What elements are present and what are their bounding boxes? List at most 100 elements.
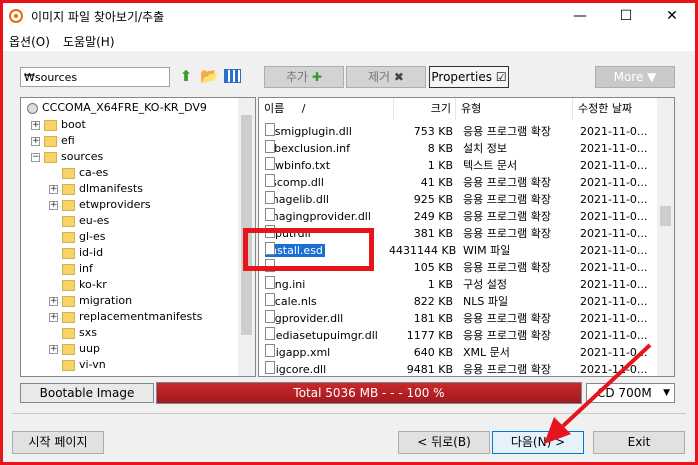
tree-scroll-thumb[interactable] (241, 115, 252, 335)
tree-item[interactable]: gl-es (49, 229, 106, 245)
tree-item[interactable]: + efi (31, 133, 75, 149)
file-date-cell: 2021-11-0... (580, 159, 648, 172)
disc-type-select[interactable]: CD 700M ▼ (586, 383, 675, 403)
tree-expander-icon[interactable]: + (49, 344, 58, 354)
tree-item-label: etwproviders (79, 198, 151, 211)
file-date-cell: 2021-11-0... (580, 210, 648, 223)
menu-bar: 옵션(O) 도움말(H) (3, 29, 695, 51)
folder-icon (44, 135, 57, 147)
separator (12, 413, 686, 414)
tree-item[interactable]: id-id (49, 245, 103, 261)
tree-expander-icon[interactable]: + (49, 200, 58, 210)
tree-item-label: id-id (79, 246, 104, 259)
start-page-button[interactable]: 시작 페이지 (12, 431, 104, 454)
file-date-cell: 2021-11-0... (580, 125, 648, 138)
file-date-cell: 2021-11-0... (580, 227, 648, 240)
properties-label: Properties (431, 70, 493, 84)
disc-usage-text: Total 5036 MB - - - 100 % (293, 386, 445, 400)
tree-expander-icon[interactable]: + (49, 184, 58, 194)
file-row[interactable]: iasmigplugin.dll 753 KB 응용 프로그램 확장 2021-11-… (259, 123, 659, 140)
tree-item[interactable]: sxs (49, 325, 97, 341)
tree-expander-icon[interactable]: + (31, 136, 40, 146)
tree-item[interactable]: ca-es (49, 165, 108, 181)
tree-item[interactable]: + boot (31, 117, 86, 133)
tree-item[interactable]: + replacementmanifests (49, 309, 202, 325)
tree-item[interactable]: − sources (31, 149, 103, 165)
next-button[interactable]: 다음(N) > (492, 431, 584, 454)
tree-expander-icon[interactable]: − (31, 152, 40, 162)
file-name-cell: mediasetupuimgr.dll (265, 327, 378, 344)
tree-item[interactable]: + etwproviders (49, 197, 151, 213)
file-row[interactable]: lang.ini 1 KB 구성 설정 2021-11-0... (259, 276, 659, 293)
folder-icon (44, 119, 57, 131)
open-folder-icon[interactable]: 📂 (200, 67, 219, 85)
back-button[interactable]: < 뒤로(B) (398, 431, 490, 454)
file-type-cell: 응용 프로그램 확장 (463, 329, 551, 342)
column-header-name[interactable]: 이름 / (259, 98, 394, 120)
tree-item[interactable]: vi-vn (49, 357, 106, 373)
tree-item-label: ca-es (79, 166, 109, 179)
tree-item[interactable]: + dlmanifests (49, 181, 143, 197)
tree-item[interactable]: + migration (49, 293, 132, 309)
maximize-button[interactable]: ☐ (603, 3, 649, 29)
file-type-cell: 응용 프로그램 확장 (463, 312, 551, 325)
exit-button[interactable]: Exit (593, 431, 685, 454)
file-icon (265, 276, 275, 289)
file-size-cell: 249 KB (413, 210, 453, 223)
file-icon (265, 344, 275, 357)
bootable-image-label[interactable]: Bootable Image (20, 383, 154, 403)
close-button[interactable]: ✕ (649, 3, 695, 29)
file-row[interactable]: imagelib.dll 925 KB 응용 프로그램 확장 2021-11-0... (259, 191, 659, 208)
tree-root[interactable]: CCCOMA_X64FRE_KO-KR_DV9 (27, 100, 207, 116)
path-input[interactable] (20, 67, 170, 87)
tree-item-label: efi (61, 134, 75, 147)
column-header-size[interactable]: 크기 (394, 98, 456, 120)
tree-item[interactable]: eu-es (49, 213, 109, 229)
file-size-cell: 1 KB (427, 159, 453, 172)
file-row[interactable]: iiscomp.dll 41 KB 응용 프로그램 확장 2021-11-0... (259, 174, 659, 191)
view-mode-icon[interactable] (224, 69, 241, 83)
disc-type-value: CD 700M (597, 386, 652, 400)
file-size-cell: 4431144 KB (389, 244, 457, 257)
file-name-cell: imagingprovider.dll (265, 208, 371, 225)
file-row[interactable]: logprovider.dll 181 KB 응용 프로그램 확장 2021-11-0… (259, 310, 659, 327)
window-title: 이미지 파일 찾아보기/추출 (31, 10, 165, 24)
file-row[interactable]: idwbinfo.txt 1 KB 텍스트 문서 2021-11-0... (259, 157, 659, 174)
tree-expander-icon[interactable]: + (49, 312, 58, 322)
file-row[interactable]: migapp.xml 640 KB XML 문서 2021-11-0... (259, 344, 659, 361)
file-name-cell: iiscomp.dll (265, 174, 324, 191)
tree-expander-icon[interactable]: + (49, 296, 58, 306)
annotation-highlight-box (243, 228, 374, 271)
folder-tree[interactable]: CCCOMA_X64FRE_KO-KR_DV9 + boot + efi − source… (20, 97, 256, 377)
minimize-button[interactable]: — (557, 3, 603, 29)
remove-x-icon: ✖ (393, 70, 404, 84)
file-scrollbar[interactable] (657, 98, 674, 376)
properties-button[interactable]: Properties ☑ (429, 66, 509, 88)
file-row[interactable]: locale.nls 822 KB NLS 파일 2021-11-0... (259, 293, 659, 310)
remove-button[interactable]: 제거 ✖ (346, 66, 426, 88)
column-header-type[interactable]: 유형 (456, 98, 573, 120)
up-folder-icon[interactable]: ⬆ (177, 67, 195, 85)
tree-item-label: dlmanifests (79, 182, 143, 195)
add-button[interactable]: 추가 ✚ (264, 66, 344, 88)
file-row[interactable]: icbexclusion.inf 8 KB 설치 정보 2021-11-0... (259, 140, 659, 157)
tree-item[interactable]: inf (49, 261, 93, 277)
tree-item[interactable]: + uup (49, 341, 100, 357)
file-icon (265, 310, 275, 323)
file-row[interactable]: mediasetupuimgr.dll 1177 KB 응용 프로그램 확장 2021… (259, 327, 659, 344)
file-date-cell: 2021-11-0... (580, 346, 648, 359)
file-scroll-thumb[interactable] (660, 206, 671, 226)
folder-icon (62, 295, 75, 307)
file-date-cell: 2021-11-0... (580, 278, 648, 291)
file-row[interactable]: imagingprovider.dll 249 KB 응용 프로그램 확장 2021-… (259, 208, 659, 225)
menu-help[interactable]: 도움말(H) (63, 33, 115, 50)
file-name-cell: locale.nls (265, 293, 317, 310)
tree-expander-icon[interactable]: + (31, 120, 40, 130)
file-row[interactable]: migcore.dll 9481 KB 응용 프로그램 확장 2021-11-0... (259, 361, 659, 376)
column-header-date[interactable]: 수정한 날짜 (573, 98, 663, 120)
tree-item[interactable]: ko-kr (49, 277, 107, 293)
menu-options[interactable]: 옵션(O) (9, 33, 50, 50)
folder-icon (44, 151, 57, 163)
more-button[interactable]: More ▼ (595, 66, 675, 88)
folder-icon (62, 167, 75, 179)
